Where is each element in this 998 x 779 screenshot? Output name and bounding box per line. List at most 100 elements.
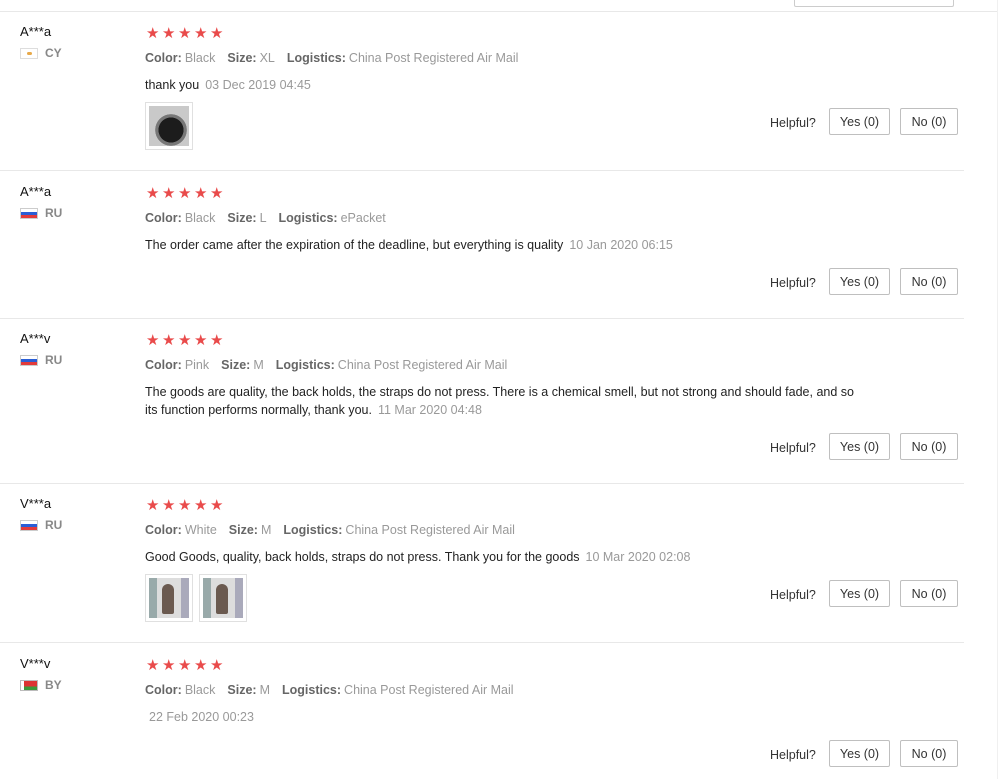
- attribute-key: Color:: [145, 683, 182, 697]
- helpful-label: Helpful?: [770, 276, 816, 290]
- flag-icon: [20, 679, 38, 691]
- attribute-group: Color: Black: [145, 211, 215, 225]
- photo-thumbnail: [203, 578, 243, 618]
- reviewer-country: BY: [20, 678, 62, 692]
- attribute-group: Logistics: ePacket: [279, 211, 386, 225]
- attribute-group: Size: L: [227, 211, 266, 225]
- review-body: The order came after the expiration of t…: [145, 238, 564, 252]
- attribute-key: Logistics:: [282, 683, 342, 697]
- review-date: 10 Jan 2020 06:15: [569, 238, 673, 252]
- star-icon: ★: [162, 332, 176, 349]
- attribute-key: Logistics:: [283, 523, 343, 537]
- flag-icon: [20, 354, 38, 366]
- country-code: BY: [45, 678, 62, 692]
- helpful-label: Helpful?: [770, 116, 816, 130]
- review-text: 22 Feb 2020 00:23: [145, 708, 865, 726]
- review-attributes: Color: Pink Size: M Logistics: China Post Reg…: [145, 358, 519, 372]
- attribute-key: Color:: [145, 211, 182, 225]
- country-code: RU: [45, 518, 63, 532]
- review-body: Good Goods, quality, back holds, straps …: [145, 550, 580, 564]
- helpful-label: Helpful?: [770, 588, 816, 602]
- star-icon: ★: [210, 657, 224, 674]
- attribute-value: White: [184, 523, 217, 537]
- attribute-group: Color: Black: [145, 51, 215, 65]
- helpful-yes-button[interactable]: Yes (0): [829, 580, 890, 607]
- star-icon: ★: [178, 185, 192, 202]
- review-date: 10 Mar 2020 02:08: [585, 550, 691, 564]
- country-code: RU: [45, 353, 63, 367]
- top-bar: [0, 0, 998, 12]
- helpful-yes-button[interactable]: Yes (0): [829, 433, 890, 460]
- helpful-yes-button[interactable]: Yes (0): [829, 268, 890, 295]
- review-text: thank you 03 Dec 2019 04:45: [145, 76, 865, 94]
- review-attributes: Color: Black Size: XL Logistics: China Post R…: [145, 51, 530, 65]
- attribute-group: Color: Pink: [145, 358, 209, 372]
- attribute-value: M: [260, 523, 272, 537]
- sort-dropdown-partial[interactable]: [794, 0, 954, 7]
- star-rating: ★ ★ ★ ★ ★: [146, 185, 224, 202]
- reviewer-name: V***a: [20, 496, 52, 511]
- attribute-value: M: [253, 358, 264, 372]
- attribute-key: Color:: [145, 523, 182, 537]
- review-attributes: Color: Black Size: L Logistics: ePacket: [145, 211, 398, 225]
- flag-icon: [20, 47, 38, 59]
- review-photo[interactable]: [199, 574, 247, 622]
- star-icon: ★: [178, 497, 192, 514]
- attribute-key: Size:: [227, 211, 257, 225]
- review-photo[interactable]: [145, 574, 193, 622]
- attribute-value: China Post Registered Air Mail: [348, 51, 519, 65]
- attribute-value: China Post Registered Air Mail: [345, 523, 515, 537]
- star-icon: ★: [178, 332, 192, 349]
- attribute-value: ePacket: [340, 211, 386, 225]
- star-icon: ★: [162, 25, 176, 42]
- attribute-group: Color: White: [145, 523, 217, 537]
- reviewer-name: A***v: [20, 331, 51, 346]
- star-icon: ★: [146, 657, 160, 674]
- star-icon: ★: [146, 332, 160, 349]
- reviewer-name: A***a: [20, 24, 52, 39]
- helpful-no-button[interactable]: No (0): [900, 433, 958, 460]
- attribute-value: Black: [184, 51, 216, 65]
- attribute-key: Color:: [145, 358, 182, 372]
- attribute-group: Logistics: China Post Registered Air Mail: [282, 683, 514, 697]
- attribute-key: Size:: [221, 358, 251, 372]
- review-date: 03 Dec 2019 04:45: [205, 78, 311, 92]
- helpful-no-button[interactable]: No (0): [900, 580, 958, 607]
- attribute-value: China Post Registered Air Mail: [337, 358, 508, 372]
- attribute-value: Pink: [184, 358, 210, 372]
- star-icon: ★: [210, 185, 224, 202]
- star-icon: ★: [146, 25, 160, 42]
- attribute-group: Logistics: China Post Registered Air Mail: [287, 51, 519, 65]
- attribute-value: China Post Registered Air Mail: [344, 683, 514, 697]
- star-icon: ★: [194, 25, 208, 42]
- photo-thumbnail: [149, 106, 189, 146]
- helpful-no-button[interactable]: No (0): [900, 740, 958, 767]
- star-icon: ★: [146, 185, 160, 202]
- star-rating: ★ ★ ★ ★ ★: [146, 332, 224, 349]
- helpful-label: Helpful?: [770, 441, 816, 455]
- reviewer-country: RU: [20, 353, 62, 367]
- star-rating: ★ ★ ★ ★ ★: [146, 25, 224, 42]
- star-icon: ★: [210, 332, 224, 349]
- attribute-group: Size: M: [229, 523, 272, 537]
- helpful-no-button[interactable]: No (0): [900, 108, 958, 135]
- attribute-group: Logistics: China Post Registered Air Mail: [283, 523, 515, 537]
- review-text: The order came after the expiration of t…: [145, 236, 865, 254]
- attribute-key: Size:: [228, 523, 258, 537]
- star-icon: ★: [162, 497, 176, 514]
- review-divider: [0, 318, 964, 319]
- reviewer-country: RU: [20, 518, 62, 532]
- star-icon: ★: [194, 185, 208, 202]
- attribute-key: Size:: [227, 51, 257, 65]
- helpful-yes-button[interactable]: Yes (0): [829, 740, 890, 767]
- helpful-no-button[interactable]: No (0): [900, 268, 958, 295]
- helpful-yes-button[interactable]: Yes (0): [829, 108, 890, 135]
- review-text: Good Goods, quality, back holds, straps …: [145, 548, 865, 566]
- review-photo[interactable]: [145, 102, 193, 150]
- star-icon: ★: [162, 657, 176, 674]
- review-body: The goods are quality, the back holds, t…: [145, 385, 854, 417]
- attribute-value: M: [259, 683, 270, 697]
- flag-icon: [20, 519, 38, 531]
- attribute-key: Color:: [145, 51, 182, 65]
- review-divider: [0, 642, 964, 643]
